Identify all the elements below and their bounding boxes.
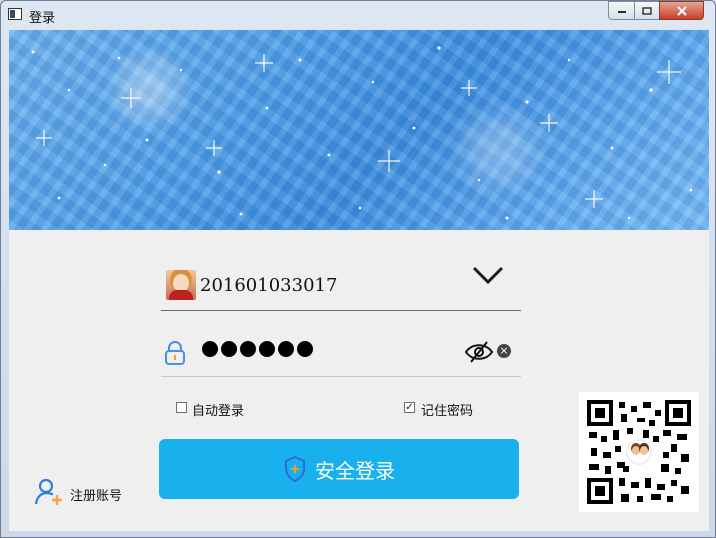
close-button[interactable]: [659, 1, 704, 20]
window-title: 登录: [29, 11, 56, 26]
minimize-icon: [617, 10, 626, 13]
account-underline: [161, 310, 521, 311]
auto-login-label[interactable]: 自动登录: [192, 400, 244, 419]
secure-login-label: 安全登录: [315, 458, 395, 483]
remember-password-label[interactable]: 记住密码: [421, 400, 473, 419]
login-panel: 201601033017 × 自动登录 ✓ 记住密码 安全登录 注册账号: [9, 230, 709, 531]
add-user-icon[interactable]: [34, 477, 64, 507]
lock-icon: [165, 341, 185, 365]
shield-icon: [285, 455, 305, 483]
minimize-button[interactable]: [608, 1, 635, 20]
password-input[interactable]: [202, 341, 313, 357]
password-dot: [278, 341, 294, 357]
password-dot: [202, 341, 218, 357]
maximize-button[interactable]: [634, 1, 660, 20]
chevron-down-icon[interactable]: [471, 265, 505, 285]
secure-login-button[interactable]: 安全登录: [159, 439, 519, 499]
app-icon: [8, 8, 22, 20]
password-dot: [297, 341, 313, 357]
account-input[interactable]: 201601033017: [200, 275, 337, 296]
user-avatar: [166, 270, 196, 300]
maximize-icon: [642, 6, 652, 15]
qr-code: [579, 392, 699, 512]
qr-avatar: [626, 439, 652, 465]
register-account-link[interactable]: 注册账号: [70, 485, 122, 504]
remember-password-checkbox[interactable]: ✓: [404, 402, 415, 413]
password-dot: [259, 341, 275, 357]
auto-login-checkbox[interactable]: [176, 402, 187, 413]
close-icon: [676, 5, 687, 16]
title-bar: 登录: [1, 1, 715, 30]
login-window: 登录 201601033017 × 自动登录 ✓ 记住密码 安全登录 注册账号: [0, 0, 716, 538]
password-underline: [161, 376, 521, 377]
password-dot: [240, 341, 256, 357]
clear-password-icon[interactable]: ×: [497, 344, 511, 358]
banner-image: [9, 30, 709, 230]
password-dot: [221, 341, 237, 357]
hide-password-icon[interactable]: [464, 340, 494, 364]
sparkle-stars: [31, 46, 693, 220]
